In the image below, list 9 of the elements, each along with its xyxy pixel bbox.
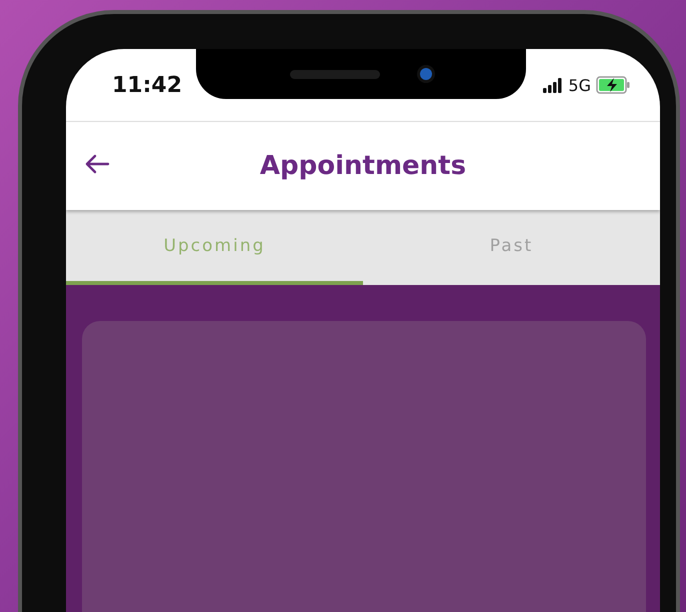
page-title: Appointments (260, 151, 466, 181)
status-time: 11:42 (112, 72, 182, 98)
network-label: 5G (568, 76, 591, 94)
tab[interactable]: Past (363, 210, 660, 285)
back-arrow-icon (84, 153, 110, 175)
battery-charging-icon (596, 76, 630, 94)
camera-icon (420, 68, 432, 80)
back-button[interactable] (84, 153, 110, 175)
signal-icon (543, 78, 564, 92)
